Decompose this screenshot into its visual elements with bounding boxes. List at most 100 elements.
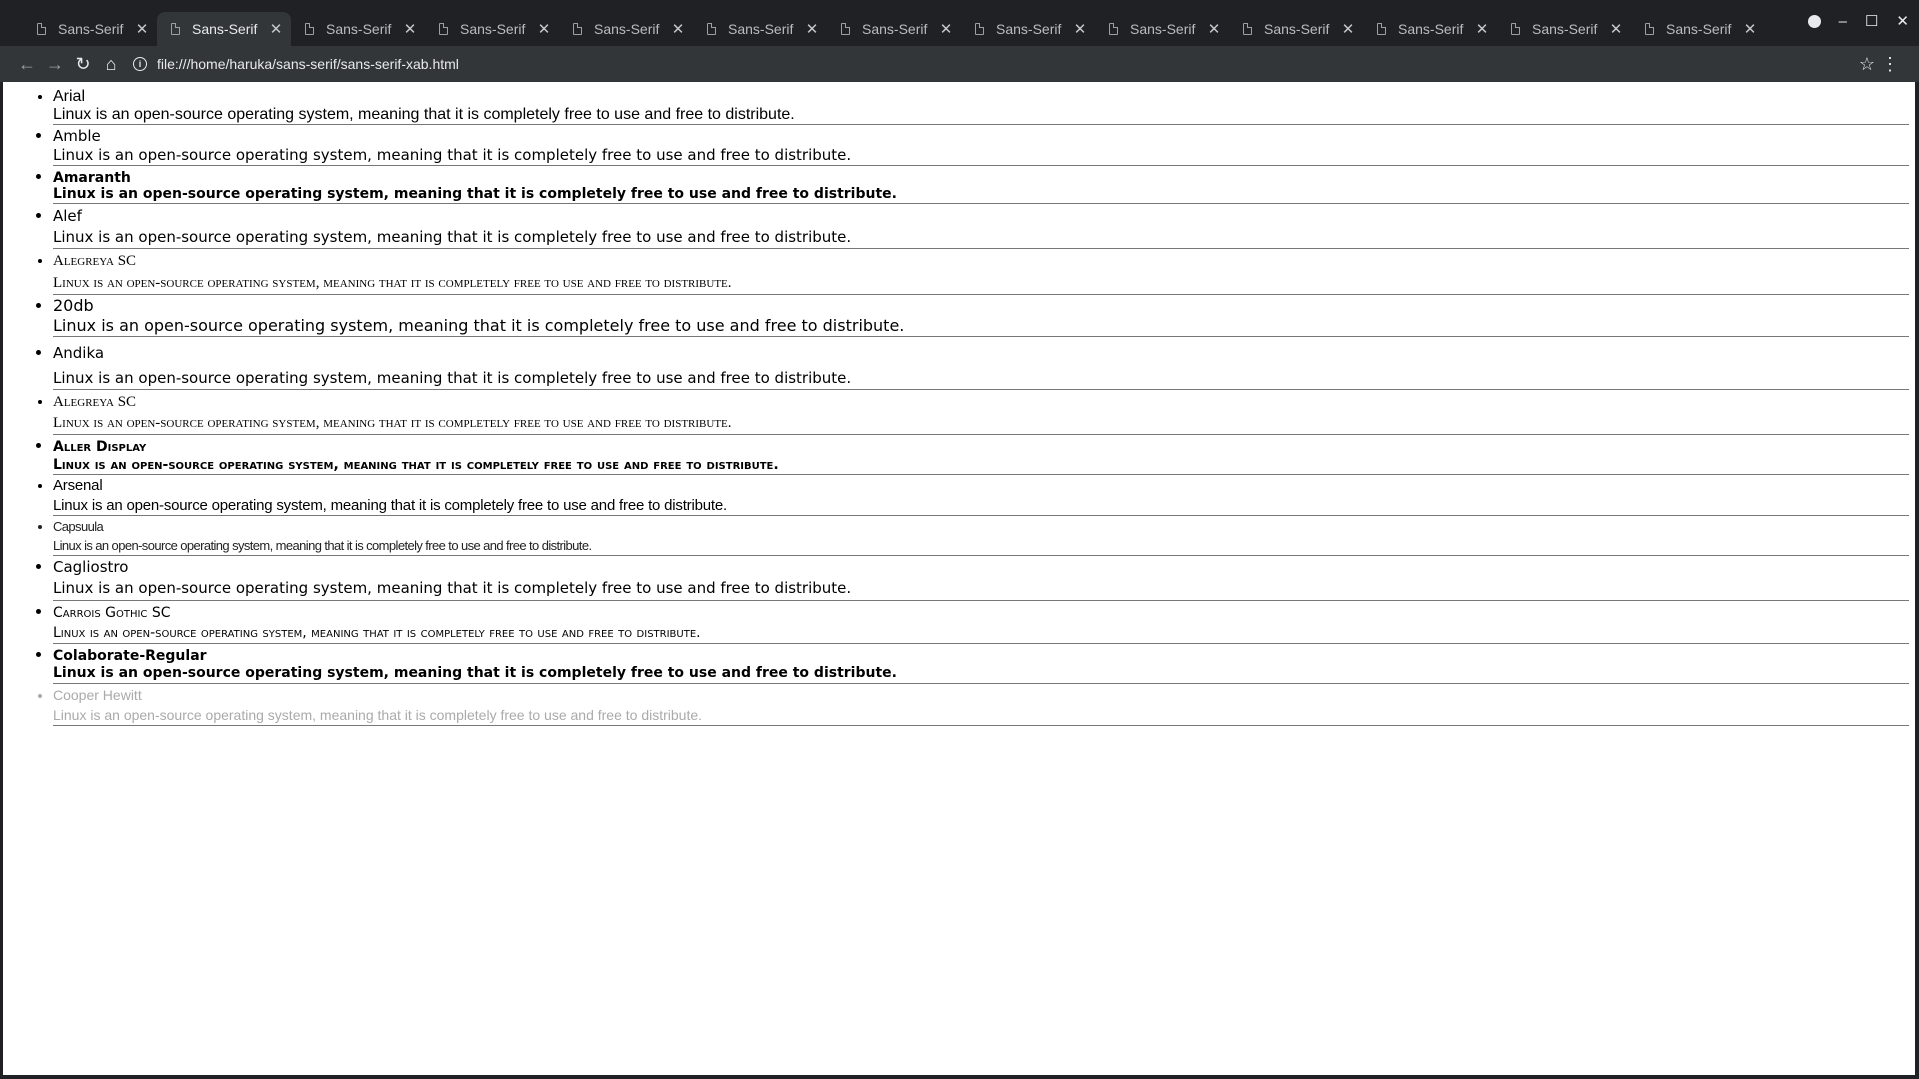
browser-tab[interactable]: Sans-Serif ✕ — [961, 12, 1095, 46]
close-tab-icon[interactable]: ✕ — [1071, 20, 1089, 38]
close-tab-icon[interactable]: ✕ — [803, 20, 821, 38]
document-icon — [1109, 23, 1118, 35]
list-item: Aller Display Linux is an open-source op… — [53, 436, 1909, 475]
list-item: Capsuula Linux is an open-source operati… — [53, 517, 1909, 556]
tab-title: Sans-Serif — [460, 21, 526, 37]
window-controls: – ☐ ✕ — [1807, 12, 1909, 30]
close-tab-icon[interactable]: ✕ — [133, 20, 151, 38]
font-sample: Linux is an open-source operating system… — [53, 579, 852, 597]
browser-tab-active[interactable]: Sans-Serif ✕ — [157, 12, 291, 46]
divider — [53, 600, 1909, 601]
url-text[interactable]: file:///home/haruka/sans-serif/sans-seri… — [157, 56, 459, 72]
divider — [53, 434, 1909, 435]
tab-title: Sans-Serif — [58, 21, 124, 37]
divider — [53, 124, 1909, 125]
address-bar[interactable]: i file:///home/haruka/sans-serif/sans-se… — [133, 56, 459, 72]
kebab-menu-icon[interactable]: ⋮ — [1881, 54, 1899, 75]
bookmark-star-icon[interactable]: ☆ — [1859, 54, 1875, 75]
list-item: 20db Linux is an open-source operating s… — [53, 296, 1909, 337]
tab-title: Sans-Serif — [1398, 21, 1464, 37]
font-sample: Linux is an open-source operating system… — [53, 186, 897, 202]
maximize-icon[interactable]: ☐ — [1865, 12, 1878, 30]
tab-title: Sans-Serif — [728, 21, 794, 37]
document-icon — [841, 23, 850, 35]
list-item: Alef Linux is an open-source operating s… — [53, 205, 1909, 249]
font-name: Arsenal — [53, 477, 103, 494]
tab-title: Sans-Serif — [192, 21, 258, 37]
tab-title: Sans-Serif — [1264, 21, 1330, 37]
profile-icon[interactable] — [1807, 14, 1821, 28]
divider — [53, 555, 1909, 556]
close-window-icon[interactable]: ✕ — [1896, 12, 1909, 30]
browser-tab[interactable]: Sans-Serif ✕ — [1095, 12, 1229, 46]
close-tab-icon[interactable]: ✕ — [1205, 20, 1223, 38]
close-tab-icon[interactable]: ✕ — [669, 20, 687, 38]
browser-tab[interactable]: Sans-Serif ✕ — [425, 12, 559, 46]
divider — [53, 643, 1909, 644]
back-arrow-icon[interactable]: ← — [13, 50, 41, 78]
browser-tab[interactable]: Sans-Serif ✕ — [1631, 12, 1765, 46]
close-tab-icon[interactable]: ✕ — [267, 20, 285, 38]
browser-tab[interactable]: Sans-Serif ✕ — [827, 12, 961, 46]
font-sample: Linux is an open-source operating system… — [53, 497, 727, 514]
font-list: Arial Linux is an open-source operating … — [3, 82, 1909, 726]
divider — [53, 474, 1909, 475]
minimize-icon[interactable]: – — [1839, 13, 1847, 30]
browser-tab[interactable]: Sans-Serif ✕ — [693, 12, 827, 46]
document-icon — [439, 23, 448, 35]
font-sample: Linux is an open-source operating system… — [53, 665, 897, 681]
document-icon — [171, 23, 180, 35]
font-sample: Linux is an open-source operating system… — [53, 415, 732, 431]
font-name: Carrois Gothic SC — [53, 605, 171, 621]
list-item: Arsenal Linux is an open-source operatin… — [53, 476, 1909, 516]
list-item: Colaborate-Regular Linux is an open-sour… — [53, 645, 1909, 684]
browser-tab[interactable]: Sans-Serif ✕ — [559, 12, 693, 46]
list-item: Cooper Hewitt Linux is an open-source op… — [53, 685, 1909, 726]
document-icon — [1377, 23, 1386, 35]
document-icon — [1511, 23, 1520, 35]
font-sample: Linux is an open-source operating system… — [53, 538, 592, 553]
divider — [53, 336, 1909, 337]
close-tab-icon[interactable]: ✕ — [1339, 20, 1357, 38]
divider — [53, 165, 1909, 166]
reload-icon[interactable]: ↻ — [69, 50, 97, 78]
font-name: 20db — [53, 296, 94, 315]
close-tab-icon[interactable]: ✕ — [937, 20, 955, 38]
font-sample: Linux is an open-source operating system… — [53, 106, 795, 123]
list-item: Alegreya SC Linux is an open-source oper… — [53, 391, 1909, 435]
close-tab-icon[interactable]: ✕ — [401, 20, 419, 38]
home-icon[interactable]: ⌂ — [97, 50, 125, 78]
close-tab-icon[interactable]: ✕ — [1607, 20, 1625, 38]
browser-tab[interactable]: Sans-Serif ✕ — [1497, 12, 1631, 46]
tab-title: Sans-Serif — [996, 21, 1062, 37]
document-icon — [573, 23, 582, 35]
font-sample: Linux is an open-source operating system… — [53, 146, 852, 164]
font-name: Amaranth — [53, 170, 131, 186]
font-sample: Linux is an open-source operating system… — [53, 316, 905, 335]
divider — [53, 248, 1909, 249]
close-tab-icon[interactable]: ✕ — [1741, 20, 1759, 38]
info-icon[interactable]: i — [133, 57, 147, 71]
close-tab-icon[interactable]: ✕ — [535, 20, 553, 38]
document-icon — [707, 23, 716, 35]
font-name: Amble — [53, 127, 101, 145]
font-name: Aller Display — [53, 439, 147, 455]
browser-tab[interactable]: Sans-Serif ✕ — [1363, 12, 1497, 46]
divider — [53, 389, 1909, 390]
font-sample: Linux is an open-source operating system… — [53, 625, 701, 641]
document-icon — [975, 23, 984, 35]
browser-tab[interactable]: Sans-Serif ✕ — [1229, 12, 1363, 46]
forward-arrow-icon[interactable]: → — [41, 50, 69, 78]
browser-tab[interactable]: Sans-Serif ✕ — [291, 12, 425, 46]
list-item: Carrois Gothic SC Linux is an open-sourc… — [53, 602, 1909, 644]
document-icon — [1645, 23, 1654, 35]
close-tab-icon[interactable]: ✕ — [1473, 20, 1491, 38]
browser-tab[interactable]: Sans-Serif ✕ — [23, 12, 157, 46]
divider — [53, 294, 1909, 295]
browser-toolbar: ← → ↻ ⌂ i file:///home/haruka/sans-serif… — [0, 46, 1919, 82]
document-icon — [305, 23, 314, 35]
font-name: Alegreya SC — [53, 253, 137, 269]
list-item: Arial Linux is an open-source operating … — [53, 88, 1909, 125]
font-name: Cooper Hewitt — [53, 687, 142, 703]
font-sample: Linux is an open-source operating system… — [53, 707, 703, 723]
